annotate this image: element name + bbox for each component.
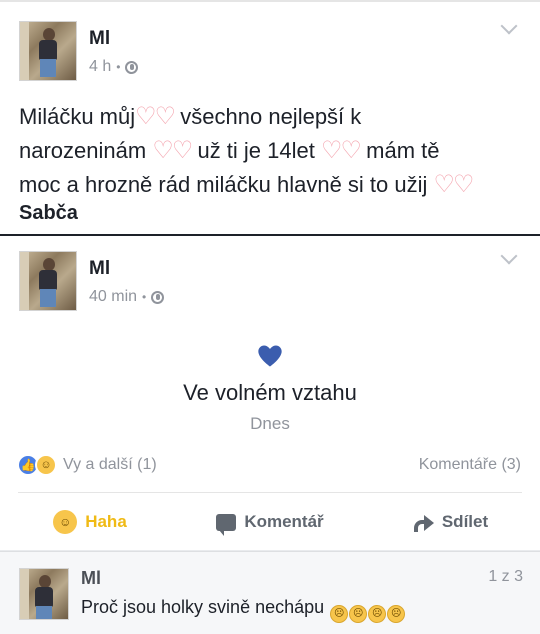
- post-text-line: Miláčku můj: [19, 104, 136, 129]
- post-time[interactable]: 40 min: [89, 288, 137, 306]
- life-event-date: Dnes: [250, 414, 290, 433]
- post-card-1: Ml 4 h • Miláčku můj♡♡ všechno nejlepší …: [0, 0, 540, 234]
- heart-emoji-icon: ♡♡: [320, 137, 362, 164]
- commenter-name[interactable]: Ml: [81, 568, 101, 589]
- crying-emoji-icon: ☹: [330, 605, 349, 623]
- post-text-line: moc a hrozně rád miláčku hlavně si to už…: [19, 172, 434, 197]
- author-avatar[interactable]: [19, 21, 77, 81]
- haha-icon: ☺: [53, 510, 78, 534]
- comment-icon: [216, 513, 237, 536]
- comments-count-link[interactable]: Komentáře (3): [419, 456, 521, 474]
- author-avatar[interactable]: [19, 251, 77, 311]
- top-divider: [0, 0, 540, 2]
- post-text: Miláčku můj♡♡ všechno nejlepší k narozen…: [19, 100, 529, 202]
- chevron-down-icon[interactable]: [500, 17, 518, 35]
- share-icon: [412, 513, 434, 532]
- share-button[interactable]: Sdílet: [360, 504, 540, 540]
- author-name[interactable]: Ml: [89, 28, 110, 50]
- heart-icon: [258, 345, 282, 367]
- post-meta: 40 min •: [89, 288, 165, 306]
- globe-icon: [125, 60, 139, 74]
- reactions-text: Vy a další (1): [63, 456, 157, 473]
- chevron-down-icon[interactable]: [500, 247, 518, 265]
- heart-emoji-icon: ♡♡: [152, 137, 193, 164]
- commenter-avatar[interactable]: [19, 568, 69, 620]
- comment-label: Komentář: [244, 512, 324, 531]
- author-name[interactable]: Ml: [89, 258, 110, 280]
- meta-separator: •: [142, 290, 147, 304]
- crying-emoji-icon: ☹: [387, 605, 406, 623]
- comment-body: Proč jsou holky svině nechápu: [81, 597, 325, 617]
- post-text-line: mám tě: [360, 138, 440, 163]
- reactions-summary[interactable]: 👍 ☺ Vy a další (1): [17, 454, 157, 476]
- heart-emoji-icon: ♡♡: [135, 103, 176, 130]
- comment-card[interactable]: Ml 1 z 3 Proč jsou holky svině nechápu ☹…: [0, 551, 540, 634]
- post-signature: Sabča: [19, 202, 78, 224]
- post-meta: 4 h •: [89, 58, 139, 76]
- crying-emoji-icon: ☹: [368, 605, 387, 623]
- action-divider: [18, 492, 522, 493]
- heart-emoji-icon: ♡♡: [433, 171, 475, 198]
- post-card-2: Ml 40 min • Ve volném vztahu Dnes 👍 ☺ Vy…: [0, 236, 540, 550]
- comment-text: Proč jsou holky svině nechápu ☹ ☹ ☹ ☹: [81, 597, 406, 623]
- crying-emoji-icon: ☹: [349, 605, 368, 623]
- post-text-line: všechno nejlepší k: [174, 104, 362, 129]
- comment-pagination: 1 z 3: [488, 568, 523, 585]
- life-event-title: Ve volném vztahu: [183, 380, 357, 405]
- haha-reaction-icon: ☺: [35, 454, 57, 476]
- globe-icon: [151, 290, 165, 304]
- post-text-line: narozeninám: [19, 138, 153, 163]
- haha-label: Haha: [85, 512, 127, 531]
- meta-separator: •: [116, 60, 121, 74]
- post-time[interactable]: 4 h: [89, 58, 111, 76]
- comment-button[interactable]: Komentář: [180, 504, 360, 540]
- post-text-line: už ti je 14let: [191, 138, 321, 163]
- haha-button[interactable]: ☺ Haha: [0, 504, 180, 540]
- share-label: Sdílet: [441, 512, 489, 531]
- action-bar: ☺ Haha Komentář Sdílet: [0, 504, 540, 540]
